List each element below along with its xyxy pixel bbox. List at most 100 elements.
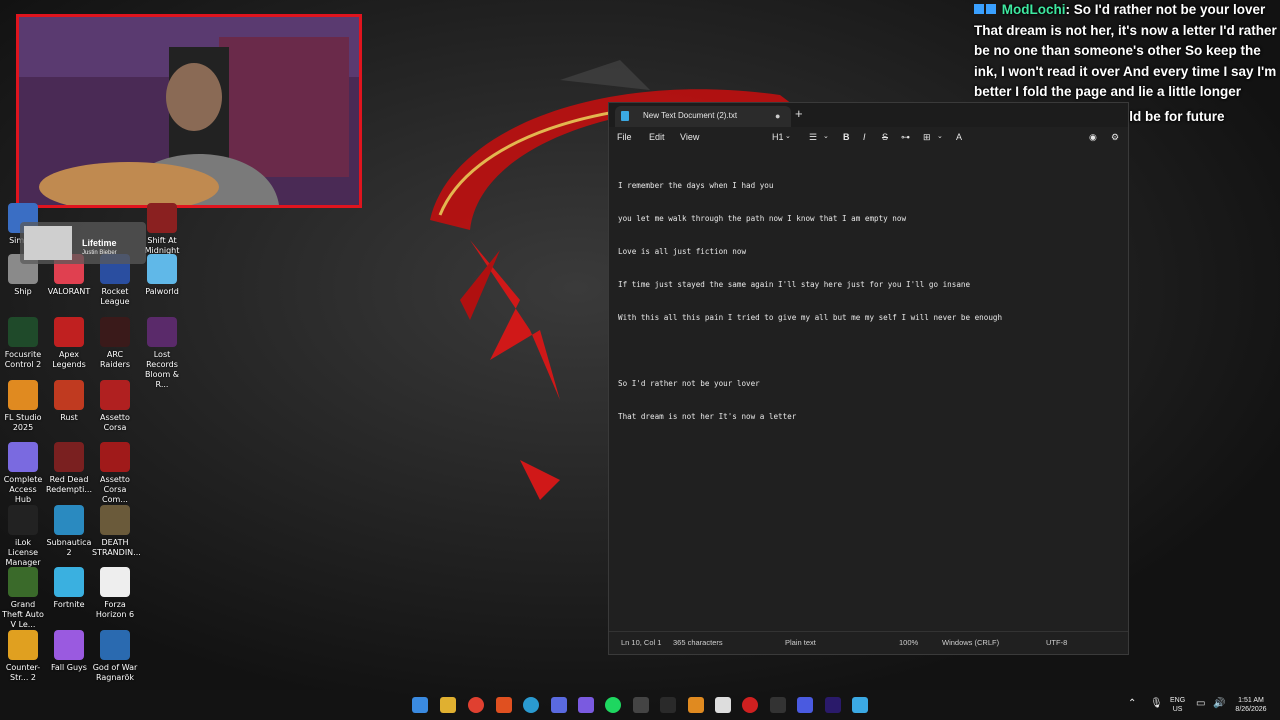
- fl-studio-icon[interactable]: [688, 697, 704, 713]
- terminal-icon[interactable]: [660, 697, 676, 713]
- desktop-icon-label: Counter-Str... 2: [5, 663, 41, 682]
- network-icon[interactable]: ▭: [1196, 699, 1205, 709]
- app-icon: [147, 317, 177, 347]
- clock-date: 8/26/2026: [1235, 706, 1267, 713]
- editor-text-area[interactable]: I remember the days when I had you you l…: [618, 158, 1123, 444]
- 4k-downloader-icon[interactable]: [770, 697, 786, 713]
- chevron-down-icon[interactable]: ⌄: [937, 132, 943, 140]
- bold-icon[interactable]: B: [843, 132, 850, 142]
- app-icon: [147, 254, 177, 284]
- file-format[interactable]: Plain text: [785, 638, 816, 647]
- desktop-icon[interactable]: FL Studio 2025: [0, 380, 46, 433]
- heading-dropdown[interactable]: H1: [772, 132, 784, 142]
- brave-icon[interactable]: [496, 697, 512, 713]
- app-icon: [100, 505, 130, 535]
- microphone-icon[interactable]: 🎙: [1150, 699, 1163, 709]
- desktop-icon[interactable]: Fortnite: [46, 567, 92, 610]
- desktop-icon[interactable]: Focusrite Control 2: [0, 317, 46, 370]
- desktop-icon-label: Apex Legends: [52, 350, 86, 369]
- menu-view[interactable]: View: [680, 132, 699, 142]
- desktop-icon-label: Assetto Corsa Com...: [100, 475, 130, 504]
- menu-file[interactable]: File: [617, 132, 632, 142]
- gear-icon[interactable]: ⚙: [1111, 132, 1119, 143]
- desktop-icon[interactable]: Grand Theft Auto V Le...: [0, 567, 46, 630]
- chat-username: ModLochi: [1001, 2, 1066, 17]
- teams-icon[interactable]: [797, 697, 813, 713]
- copilot-icon[interactable]: ◉: [1089, 132, 1097, 143]
- discord-icon[interactable]: [551, 697, 567, 713]
- text-line: So I'd rather not be your lover: [618, 379, 760, 388]
- desktop-icon[interactable]: DEATH STRANDIN...: [92, 505, 141, 558]
- now-playing-widget: Lifetime Justin Bieber: [20, 222, 146, 264]
- track-artist: Justin Bieber: [82, 250, 117, 256]
- clock[interactable]: 1:51 AM 8/26/2026: [1230, 696, 1272, 714]
- status-bar: Ln 10, Col 1 365 characters Plain text 1…: [609, 631, 1128, 654]
- notepad-taskbar-icon[interactable]: [852, 697, 868, 713]
- app-icon: [147, 203, 177, 233]
- tab-title: New Text Document (2).txt: [643, 111, 738, 120]
- creative-cloud-icon[interactable]: [742, 697, 758, 713]
- italic-icon[interactable]: I: [863, 132, 866, 142]
- volume-icon[interactable]: 🔊: [1213, 699, 1225, 709]
- desktop-icon[interactable]: Subnautica 2: [46, 505, 92, 558]
- line-ending[interactable]: Windows (CRLF): [942, 638, 999, 647]
- language-indicator[interactable]: ENG US: [1170, 696, 1185, 714]
- encoding[interactable]: UTF-8: [1046, 638, 1067, 647]
- audition-icon[interactable]: [825, 697, 841, 713]
- strikethrough-icon[interactable]: S: [882, 132, 888, 142]
- desktop-icon-label: God of War Ragnarök: [92, 663, 138, 682]
- list-icon[interactable]: ☰: [809, 132, 817, 143]
- clear-format-icon[interactable]: A: [956, 132, 962, 142]
- desktop-icon-label: Palworld: [145, 287, 179, 296]
- desktop-icon[interactable]: Assetto Corsa: [92, 380, 138, 433]
- desktop-icon[interactable]: Apex Legends: [46, 317, 92, 370]
- unsaved-indicator-icon[interactable]: ●: [775, 111, 780, 121]
- desktop-icon[interactable]: Forza Horizon 6: [92, 567, 138, 620]
- desktop-icon-label: Subnautica 2: [46, 538, 92, 557]
- link-icon[interactable]: ⊶: [901, 132, 910, 143]
- zoom-level[interactable]: 100%: [899, 638, 918, 647]
- desktop-icon-label: Fortnite: [53, 600, 85, 609]
- text-line: With this all this pain I tried to give …: [618, 313, 1003, 322]
- desktop-icon[interactable]: God of War Ragnarök: [92, 630, 138, 683]
- app-icon: [100, 630, 130, 660]
- desktop-icon[interactable]: Counter-Str... 2: [0, 630, 46, 683]
- desktop-icon-label: VALORANT: [47, 287, 91, 296]
- chevron-down-icon[interactable]: ⌄: [785, 132, 791, 140]
- tab-document[interactable]: New Text Document (2).txt ●: [615, 106, 791, 127]
- capcut-icon[interactable]: [715, 697, 731, 713]
- text-line: If time just stayed the same again I'll …: [618, 280, 971, 289]
- desktop-icon-label: FL Studio 2025: [4, 413, 42, 432]
- desktop-icon-label: Fall Guys: [51, 663, 87, 672]
- file-explorer-icon[interactable]: [440, 697, 456, 713]
- desktop-icon-label: Lost Records Bloom & R...: [144, 350, 180, 389]
- chevron-down-icon[interactable]: ⌄: [823, 132, 829, 140]
- desktop-icon[interactable]: Red Dead Redempti...: [46, 442, 92, 495]
- obs-icon[interactable]: [633, 697, 649, 713]
- app-icon: [54, 630, 84, 660]
- table-icon[interactable]: ⊞: [923, 132, 931, 143]
- desktop-icon[interactable]: Fall Guys: [46, 630, 92, 673]
- desktop-icon[interactable]: Rust: [46, 380, 92, 423]
- apps-icon[interactable]: [578, 697, 594, 713]
- chevron-up-icon[interactable]: ⌃: [1128, 699, 1136, 709]
- app-icon: [8, 630, 38, 660]
- title-bar: New Text Document (2).txt ● +: [609, 103, 1128, 127]
- app-icon: [8, 380, 38, 410]
- desktop-icon-label: ARC Raiders: [100, 350, 130, 369]
- language-code: ENG: [1170, 697, 1186, 704]
- desktop-icon-label: iLok License Manager: [5, 538, 41, 567]
- chrome-icon[interactable]: [468, 697, 484, 713]
- desktop-icon[interactable]: Assetto Corsa Com...: [92, 442, 138, 505]
- app-icon: [100, 317, 130, 347]
- desktop-icon[interactable]: iLok License Manager: [0, 505, 46, 568]
- edge-icon[interactable]: [523, 697, 539, 713]
- desktop-icon[interactable]: Lost Records Bloom & R...: [139, 317, 185, 390]
- start-icon[interactable]: [412, 697, 428, 713]
- spotify-icon[interactable]: [605, 697, 621, 713]
- desktop-icon[interactable]: ARC Raiders: [92, 317, 138, 370]
- desktop-icon[interactable]: Complete Access Hub: [0, 442, 46, 505]
- app-icon: [54, 505, 84, 535]
- new-tab-button[interactable]: +: [795, 106, 803, 121]
- menu-edit[interactable]: Edit: [649, 132, 665, 142]
